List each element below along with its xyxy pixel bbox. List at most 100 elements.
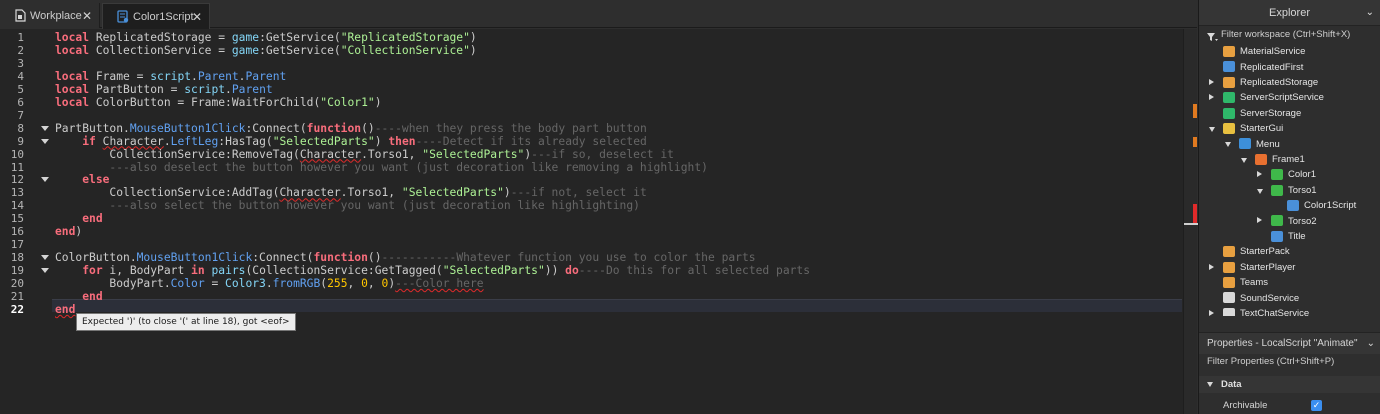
- tab-workplace[interactable]: Workplace ✕: [0, 3, 100, 28]
- properties-filter-input[interactable]: Filter Properties (Ctrl+Shift+P): [1199, 354, 1380, 369]
- explorer-item-torso2[interactable]: Torso2: [1199, 213, 1380, 228]
- code-line[interactable]: end: [55, 303, 75, 316]
- code-line[interactable]: local PartButton = script.Parent: [55, 83, 273, 96]
- explorer-item-soundservice[interactable]: SoundService: [1199, 290, 1380, 305]
- code-line[interactable]: CollectionService:RemoveTag(Character.To…: [55, 148, 674, 161]
- explorer-item-frame1[interactable]: Frame1: [1199, 152, 1380, 167]
- expand-arrow-icon[interactable]: [1209, 263, 1214, 270]
- code-line[interactable]: end: [55, 212, 103, 226]
- explorer-item-color1[interactable]: Color1: [1199, 167, 1380, 182]
- expand-arrow-icon[interactable]: [1209, 78, 1214, 85]
- explorer-item-label: TextChatService: [1240, 307, 1310, 316]
- property-archivable: Archivable ✓: [1199, 398, 1380, 414]
- code-token: .: [265, 277, 273, 291]
- warning-marker: [1193, 104, 1197, 118]
- code-token: ---also deselect the button however you …: [109, 160, 708, 174]
- fold-arrow-icon[interactable]: [41, 255, 49, 261]
- explorer-item-color1script[interactable]: Color1Script: [1199, 198, 1380, 213]
- code-line[interactable]: BodyPart.Color = Color3.fromRGB(255, 0, …: [55, 277, 483, 291]
- code-token: "ReplicatedStorage": [340, 31, 470, 44]
- line-number: 1: [17, 31, 24, 44]
- explorer-item-label: SoundService: [1240, 292, 1300, 304]
- close-icon[interactable]: ✕: [191, 10, 203, 24]
- code-line[interactable]: ---also deselect the button however you …: [55, 161, 708, 174]
- code-line[interactable]: CollectionService:AddTag(Character.Torso…: [55, 186, 646, 200]
- code-token: "CollectionService": [340, 43, 470, 57]
- fold-arrow-icon[interactable]: [41, 138, 49, 144]
- collapse-arrow-icon[interactable]: [1225, 142, 1231, 148]
- fold-arrow-icon[interactable]: [41, 177, 49, 183]
- code-line[interactable]: local ColorButton = Frame:WaitForChild("…: [55, 96, 382, 109]
- explorer-item-serverscriptservice[interactable]: ServerScriptService: [1199, 90, 1380, 105]
- code-line[interactable]: for i, BodyPart in pairs(CollectionServi…: [55, 264, 810, 277]
- code-token: ): [469, 31, 477, 44]
- code-line[interactable]: end): [55, 225, 82, 238]
- code-line[interactable]: ---also select the button however you wa…: [55, 199, 640, 212]
- properties-header: Properties - LocalScript "Animate" ⌄: [1199, 332, 1380, 354]
- code-token: local: [55, 82, 90, 96]
- collapse-arrow-icon[interactable]: [1257, 188, 1263, 194]
- chevron-down-icon[interactable]: ⌄: [1366, 0, 1374, 26]
- explorer-item-teams[interactable]: Teams: [1199, 275, 1380, 290]
- code-token: MouseButton1Click: [129, 121, 246, 135]
- explorer-item-startergui[interactable]: StarterGui: [1199, 121, 1380, 136]
- expand-arrow-icon[interactable]: [1257, 171, 1262, 178]
- code-token: Color: [170, 277, 205, 291]
- code-token: LeftLeg: [170, 134, 219, 148]
- explorer-item-menu[interactable]: Menu: [1199, 136, 1380, 151]
- explorer-item-replicatedstorage[interactable]: ReplicatedStorage: [1199, 75, 1380, 90]
- scroll-position-marker: [1184, 223, 1198, 225]
- local-script-icon: [1287, 200, 1299, 211]
- property-label: Archivable: [1223, 400, 1268, 411]
- code-token: pairs: [211, 264, 246, 278]
- code-line[interactable]: local Frame = script.Parent.Parent: [55, 70, 286, 83]
- code-line[interactable]: local CollectionService = game:GetServic…: [55, 44, 477, 57]
- explorer-item-starterplayer[interactable]: StarterPlayer: [1199, 260, 1380, 275]
- code-line[interactable]: ColorButton.MouseButton1Click:Connect(fu…: [55, 251, 756, 264]
- code-token: Color3: [225, 277, 266, 291]
- explorer-item-materialservice[interactable]: MaterialService: [1199, 44, 1380, 59]
- fold-arrow-icon[interactable]: [41, 268, 49, 274]
- line-number: 10: [10, 147, 24, 161]
- tab-color1script[interactable]: Color1Script ✕: [102, 3, 210, 29]
- code-line[interactable]: else: [55, 173, 109, 186]
- close-icon[interactable]: ✕: [81, 9, 93, 23]
- code-token: function: [313, 251, 368, 265]
- explorer-item-title[interactable]: Title: [1199, 229, 1380, 244]
- explorer-item-textchatservice[interactable]: TextChatService: [1199, 306, 1380, 316]
- properties-section-data[interactable]: Data: [1199, 376, 1380, 393]
- collapse-arrow-icon[interactable]: [1241, 157, 1247, 163]
- code-line[interactable]: PartButton.MouseButton1Click:Connect(fun…: [55, 122, 647, 135]
- collapse-arrow-icon[interactable]: [1209, 127, 1215, 132]
- expand-arrow-icon[interactable]: [1209, 309, 1214, 316]
- code-token: CollectionService =: [89, 43, 232, 57]
- explorer-filter-input[interactable]: Filter workspace (Ctrl+Shift+X): [1199, 26, 1380, 44]
- expand-arrow-icon[interactable]: [1209, 94, 1214, 101]
- explorer-item-torso1[interactable]: Torso1: [1199, 183, 1380, 198]
- archivable-checkbox[interactable]: ✓: [1311, 400, 1322, 411]
- fold-arrow-icon[interactable]: [41, 125, 49, 131]
- code-token: end: [82, 212, 103, 226]
- explorer-item-starterpack[interactable]: StarterPack: [1199, 244, 1380, 259]
- explorer-item-serverstorage[interactable]: ServerStorage: [1199, 106, 1380, 121]
- explorer-item-label: Frame1: [1272, 153, 1305, 165]
- line-number: 22: [10, 302, 24, 316]
- code-token: ): [503, 186, 511, 200]
- code-line[interactable]: if Character.LeftLeg:HasTag("SelectedPar…: [55, 135, 647, 148]
- explorer-item-replicatedfirst[interactable]: ReplicatedFirst: [1199, 59, 1380, 74]
- code-token: :Connect(: [245, 121, 307, 135]
- code-token: "SelectedParts": [442, 264, 545, 278]
- explorer-item-label: MaterialService: [1240, 46, 1306, 58]
- line-number: 7: [17, 108, 24, 122]
- code-line[interactable]: end: [55, 290, 102, 303]
- explorer-header: Explorer ⌄: [1199, 0, 1380, 26]
- expand-arrow-icon[interactable]: [1257, 217, 1262, 224]
- chevron-down-icon[interactable]: ⌄: [1367, 333, 1375, 355]
- editor-scrollbar[interactable]: [1183, 29, 1198, 414]
- replicated-first-icon: [1223, 61, 1235, 73]
- code-line[interactable]: local ReplicatedStorage = game:GetServic…: [55, 31, 477, 44]
- code-token: 255: [327, 277, 348, 291]
- script-editor[interactable]: 1 2 3 4 5 6 7 8 9 10 11 12 13 14 15 16 17 18 19 20 21 22 loca…: [0, 29, 1198, 414]
